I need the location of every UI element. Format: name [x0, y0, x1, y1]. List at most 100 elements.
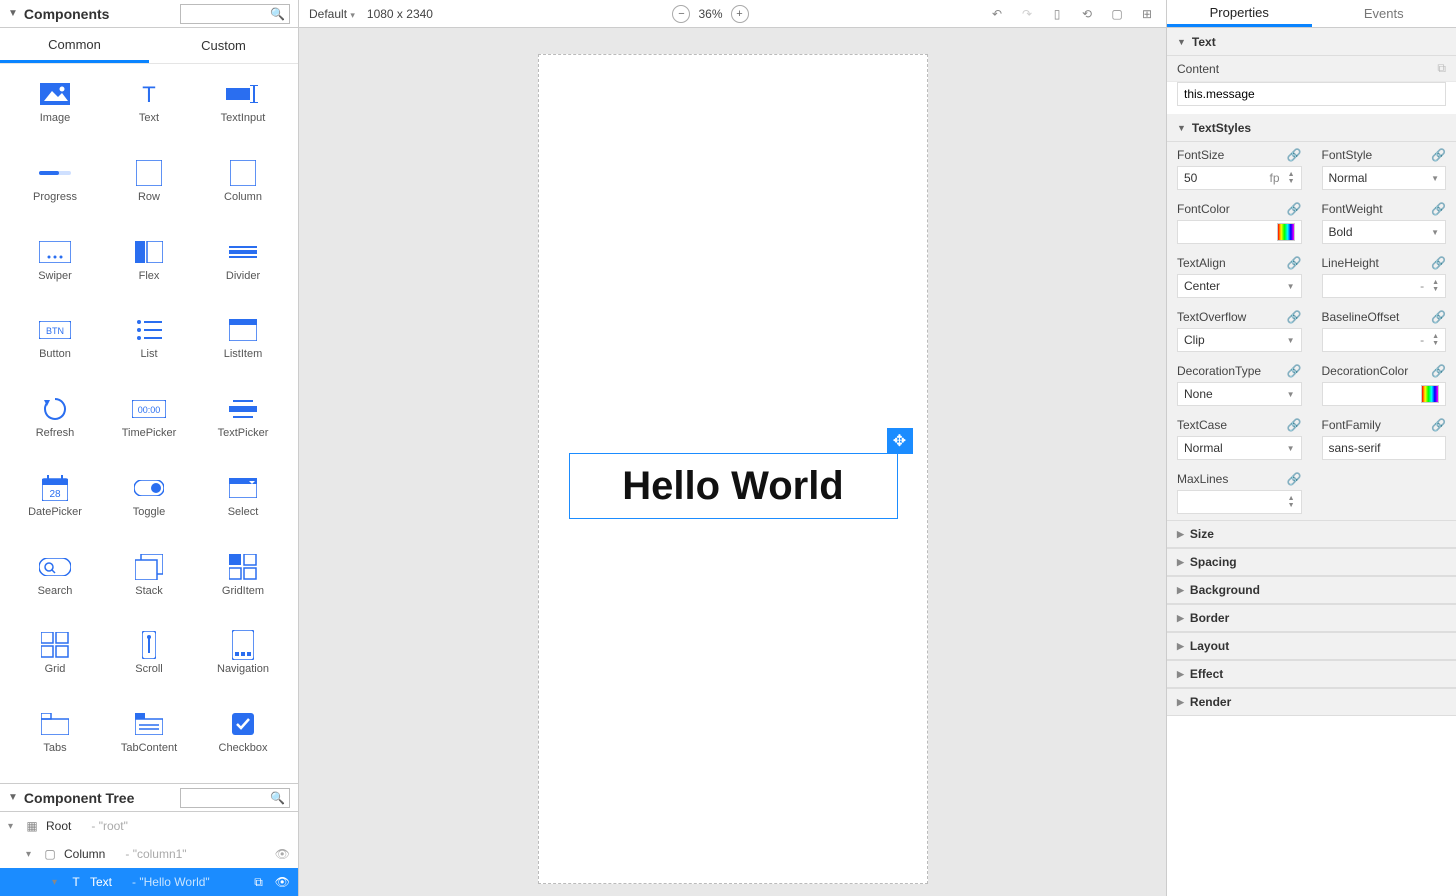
component-griditem[interactable]: GridItem — [196, 555, 290, 608]
textoverflow-select[interactable]: Clip▼ — [1177, 328, 1302, 352]
link-icon[interactable]: 🔗 — [1431, 310, 1446, 324]
caret-icon[interactable]: ▼ — [8, 8, 18, 19]
component-progress[interactable]: Progress — [8, 161, 102, 214]
component-row[interactable]: Row — [102, 161, 196, 214]
component-textinput[interactable]: TextInput — [196, 82, 290, 135]
tab-common[interactable]: Common — [0, 28, 149, 63]
section-layout[interactable]: ▶Layout — [1167, 632, 1456, 660]
grid-icon[interactable]: ⊞ — [1138, 7, 1156, 21]
decorationtype-select[interactable]: None▼ — [1177, 382, 1302, 406]
fontsize-input[interactable]: 50fp▲▼ — [1177, 166, 1302, 190]
redo-icon[interactable]: ↷ — [1018, 7, 1036, 21]
duplicate-icon[interactable]: ⧉ — [254, 875, 263, 890]
tab-custom[interactable]: Custom — [149, 28, 298, 63]
component-column[interactable]: Column — [196, 161, 290, 214]
component-checkbox[interactable]: Checkbox — [196, 712, 290, 765]
section-background[interactable]: ▶Background — [1167, 576, 1456, 604]
move-handle-icon[interactable]: ✥ — [887, 428, 913, 454]
tree-row-text[interactable]: ▾TText- "Hello World"⧉👁 — [0, 868, 298, 896]
components-search[interactable]: 🔍 — [180, 4, 290, 24]
link-icon[interactable]: 🔗 — [1287, 364, 1302, 378]
color-swatch[interactable] — [1277, 223, 1295, 241]
device-icon[interactable]: ▯ — [1048, 7, 1066, 21]
component-textpicker[interactable]: TextPicker — [196, 397, 290, 450]
link-icon[interactable]: 🔗 — [1287, 418, 1302, 432]
component-tabs[interactable]: Tabs — [8, 712, 102, 765]
link-icon[interactable]: 🔗 — [1431, 418, 1446, 432]
maxlines-input[interactable]: ▲▼ — [1177, 490, 1302, 514]
color-swatch[interactable] — [1421, 385, 1439, 403]
zoom-out-button[interactable]: − — [672, 5, 690, 23]
caret-icon[interactable]: ▾ — [26, 849, 36, 860]
section-text[interactable]: ▼ Text — [1167, 28, 1456, 56]
tree-row-root[interactable]: ▾▦Root- "root" — [0, 812, 298, 840]
mode-selector[interactable]: Default ▾ — [309, 7, 355, 21]
caret-icon[interactable]: ▾ — [52, 877, 62, 888]
tab-properties[interactable]: Properties — [1167, 0, 1312, 27]
undo-icon[interactable]: ↶ — [988, 7, 1006, 21]
link-icon[interactable]: 🔗 — [1431, 256, 1446, 270]
caret-icon[interactable]: ▼ — [8, 792, 18, 803]
artboard[interactable]: Hello World ✥ — [538, 54, 928, 884]
component-scroll[interactable]: Scroll — [102, 633, 196, 686]
component-divider[interactable]: Divider — [196, 240, 290, 293]
selected-text-element[interactable]: Hello World ✥ — [569, 453, 898, 519]
textcase-select[interactable]: Normal▼ — [1177, 436, 1302, 460]
content-input[interactable] — [1177, 82, 1446, 106]
frame-icon[interactable]: ▢ — [1108, 7, 1126, 21]
fontfamily-input[interactable]: sans-serif — [1322, 436, 1447, 460]
zoom-in-button[interactable]: + — [731, 5, 749, 23]
component-listitem[interactable]: ListItem — [196, 318, 290, 371]
tree-search[interactable]: 🔍 — [180, 788, 290, 808]
eye-icon[interactable]: 👁 — [275, 847, 290, 861]
section-border[interactable]: ▶Border — [1167, 604, 1456, 632]
section-effect[interactable]: ▶Effect — [1167, 660, 1456, 688]
column-icon — [226, 161, 260, 185]
eye-icon[interactable]: 👁 — [275, 875, 290, 889]
section-render[interactable]: ▶Render — [1167, 688, 1456, 716]
copy-icon[interactable]: ⧉ — [1437, 61, 1446, 76]
components-header: ▼ Components 🔍 — [0, 0, 298, 28]
baselineoffset-input[interactable]: -▲▼ — [1322, 328, 1447, 352]
component-tabcontent[interactable]: TabContent — [102, 712, 196, 765]
tree-body: ▾▦Root- "root"▾▢Column- "column1"👁▾TText… — [0, 812, 298, 896]
link-icon[interactable]: 🔗 — [1287, 256, 1302, 270]
component-select[interactable]: Select — [196, 476, 290, 529]
link-icon[interactable]: 🔗 — [1287, 148, 1302, 162]
tree-row-column[interactable]: ▾▢Column- "column1"👁 — [0, 840, 298, 868]
section-spacing[interactable]: ▶Spacing — [1167, 548, 1456, 576]
canvas-toolbar: Default ▾ 1080 x 2340 − 36% + ↶ ↷ ▯ ⟲ ▢ … — [299, 0, 1166, 28]
decorationcolor-picker[interactable] — [1322, 382, 1447, 406]
link-icon[interactable]: 🔗 — [1431, 202, 1446, 216]
component-list[interactable]: List — [102, 318, 196, 371]
caret-icon[interactable]: ▾ — [8, 821, 18, 832]
component-stack[interactable]: Stack — [102, 555, 196, 608]
component-timepicker[interactable]: 00:00TimePicker — [102, 397, 196, 450]
component-search[interactable]: Search — [8, 555, 102, 608]
canvas-area[interactable]: Hello World ✥ — [299, 28, 1166, 896]
component-refresh[interactable]: Refresh — [8, 397, 102, 450]
fontcolor-picker[interactable] — [1177, 220, 1302, 244]
rotate-icon[interactable]: ⟲ — [1078, 7, 1096, 21]
fontstyle-select[interactable]: Normal▼ — [1322, 166, 1447, 190]
component-text[interactable]: TText — [102, 82, 196, 135]
section-size[interactable]: ▶Size — [1167, 520, 1456, 548]
component-navigation[interactable]: Navigation — [196, 633, 290, 686]
component-button[interactable]: BTNButton — [8, 318, 102, 371]
fontweight-select[interactable]: Bold▼ — [1322, 220, 1447, 244]
link-icon[interactable]: 🔗 — [1431, 148, 1446, 162]
component-flex[interactable]: Flex — [102, 240, 196, 293]
component-image[interactable]: Image — [8, 82, 102, 135]
link-icon[interactable]: 🔗 — [1287, 472, 1302, 486]
component-toggle[interactable]: Toggle — [102, 476, 196, 529]
link-icon[interactable]: 🔗 — [1287, 310, 1302, 324]
component-grid[interactable]: Grid — [8, 633, 102, 686]
link-icon[interactable]: 🔗 — [1431, 364, 1446, 378]
component-datepicker[interactable]: 28DatePicker — [8, 476, 102, 529]
lineheight-input[interactable]: -▲▼ — [1322, 274, 1447, 298]
section-textstyles[interactable]: ▼ TextStyles — [1167, 114, 1456, 142]
component-swiper[interactable]: Swiper — [8, 240, 102, 293]
textalign-select[interactable]: Center▼ — [1177, 274, 1302, 298]
link-icon[interactable]: 🔗 — [1287, 202, 1302, 216]
tab-events[interactable]: Events — [1312, 0, 1456, 27]
